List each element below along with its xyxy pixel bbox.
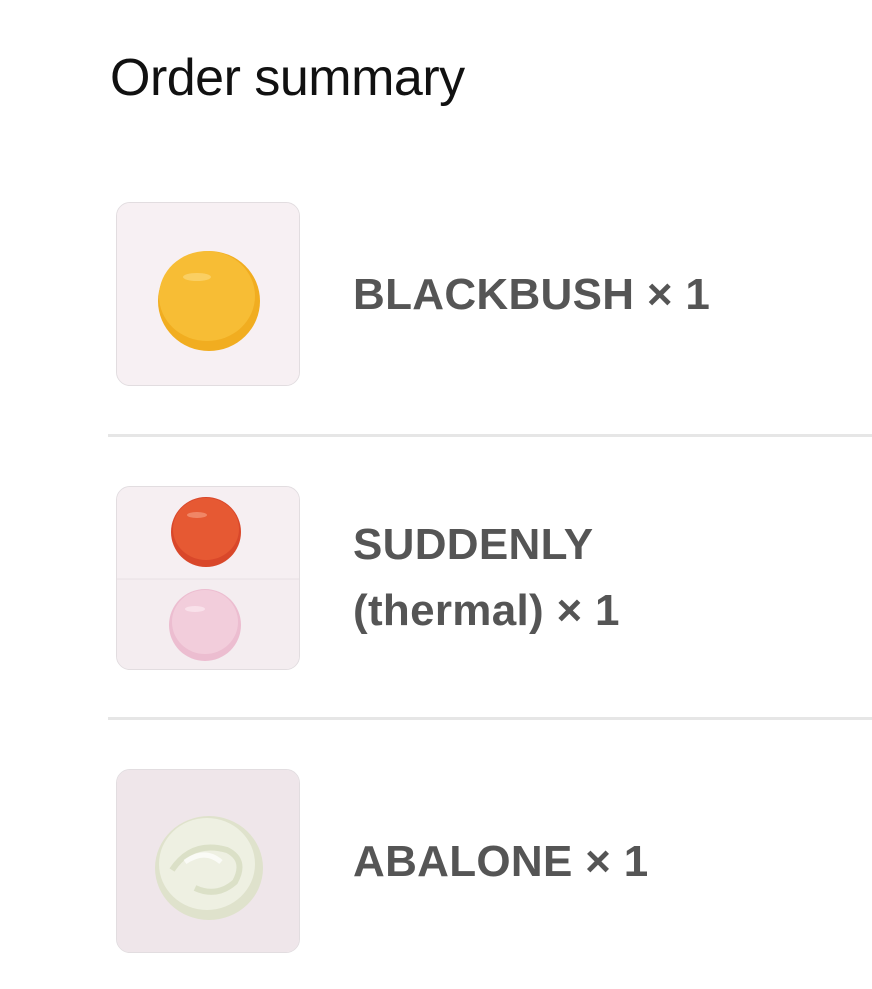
orange-pink-swatch-graphic xyxy=(117,487,299,669)
yellow-swatch-graphic xyxy=(117,203,299,385)
item-label: SUDDENLY (thermal) × 1 xyxy=(353,520,620,635)
item-divider xyxy=(108,717,872,720)
pearl-swatch-graphic xyxy=(117,770,299,952)
page-title: Order summary xyxy=(110,49,465,107)
yellow-swatch-image xyxy=(116,202,300,386)
item-divider xyxy=(108,434,872,437)
order-item-suddenly: SUDDENLY (thermal) × 1 xyxy=(0,486,872,672)
order-item-abalone: ABALONE × 1 xyxy=(0,769,872,955)
item-label: ABALONE × 1 xyxy=(353,837,649,886)
orange-pink-swatch-image xyxy=(116,486,300,670)
order-item-blackbush: BLACKBUSH × 1 xyxy=(0,202,872,388)
item-label: BLACKBUSH × 1 xyxy=(353,270,711,319)
pearl-swatch-image xyxy=(116,769,300,953)
